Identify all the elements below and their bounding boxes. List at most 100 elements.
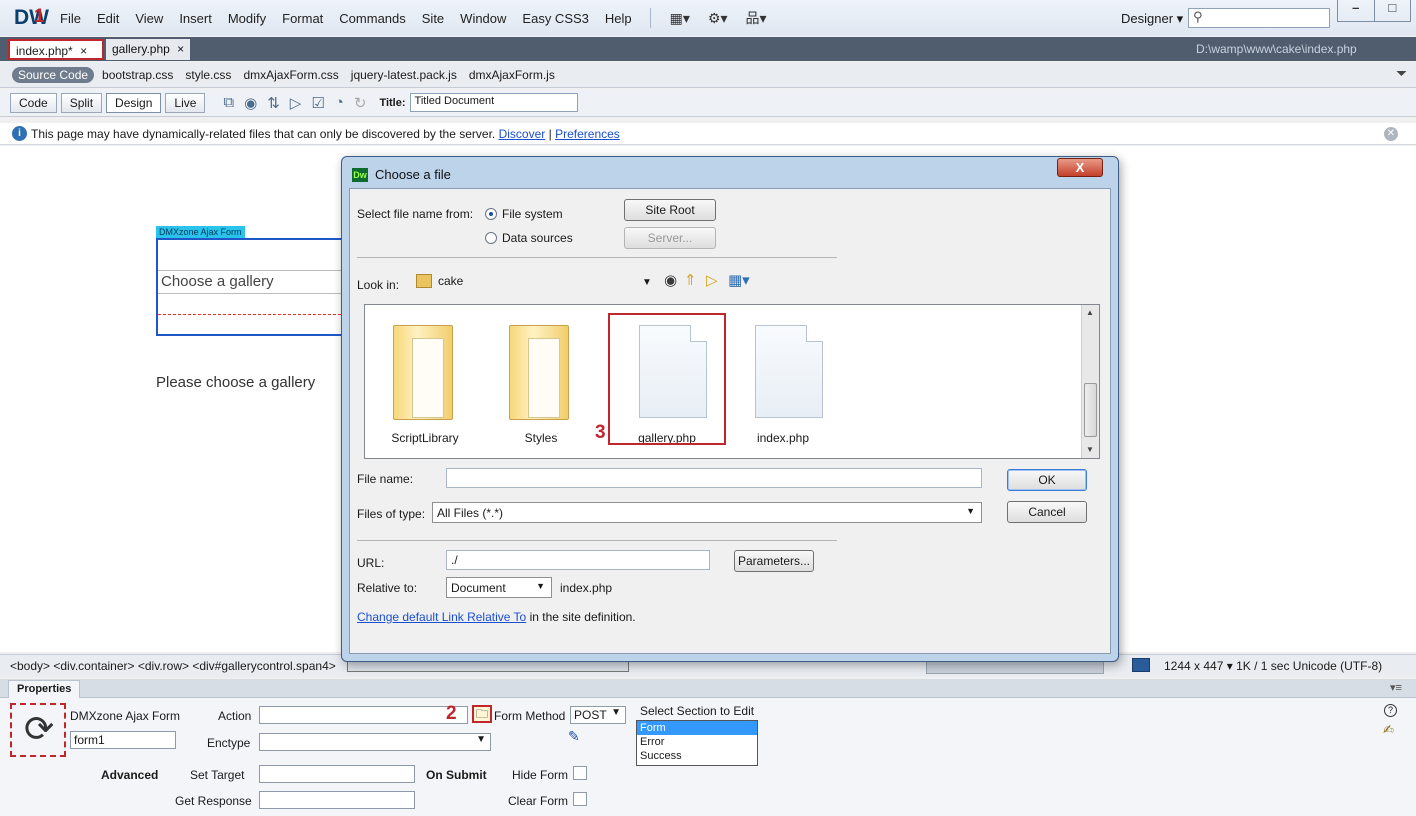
related-file[interactable]: bootstrap.css (102, 68, 173, 82)
close-icon[interactable]: × (177, 42, 184, 56)
file-item-index-php[interactable]: index.php (733, 317, 833, 445)
cancel-button[interactable]: Cancel (1007, 501, 1087, 523)
workspace-switcher[interactable]: Designer ▾ (1121, 11, 1183, 27)
form-id-field[interactable]: form1 (70, 731, 176, 749)
file-list[interactable]: ScriptLibrary Styles 3 gallery.php index… (364, 304, 1100, 459)
dialog-close-button[interactable]: X (1057, 158, 1103, 177)
source-code-button[interactable]: Source Code (12, 66, 95, 83)
menu-window[interactable]: Window (452, 11, 514, 26)
menu-file[interactable]: File (52, 11, 89, 26)
panel-menu-icon[interactable]: ▾≡ (1390, 681, 1402, 694)
search-input[interactable]: ⚲ (1188, 8, 1330, 28)
action-field[interactable] (259, 706, 468, 724)
layout-icon[interactable]: ▦▾ (661, 10, 699, 27)
menu-separator (649, 8, 651, 28)
relative-to-label: Relative to: (357, 581, 418, 595)
scroll-thumb[interactable] (1084, 383, 1097, 437)
scroll-down-icon[interactable]: ▼ (1086, 445, 1094, 454)
section-item-success[interactable]: Success (637, 749, 757, 763)
related-file[interactable]: style.css (185, 68, 231, 82)
related-files-bar: Source Code bootstrap.css style.css dmxA… (0, 62, 1416, 88)
section-item-error[interactable]: Error (637, 735, 757, 749)
title-input[interactable]: Titled Document (409, 93, 578, 112)
site-root-button[interactable]: Site Root (624, 199, 716, 221)
discover-link[interactable]: Discover (499, 127, 546, 141)
server-button: Server... (624, 227, 716, 249)
site-icon[interactable]: 品▾ (737, 8, 776, 28)
check-page-icon[interactable]: ☑ (311, 94, 324, 112)
scroll-up-icon[interactable]: ▲ (1086, 308, 1094, 317)
section-list[interactable]: Form Error Success (636, 720, 758, 766)
menu-edit[interactable]: Edit (89, 11, 127, 26)
multiscreen-icon[interactable]: ⧉ (223, 94, 234, 111)
data-sources-radio[interactable] (485, 232, 497, 244)
preferences-link[interactable]: Preferences (555, 127, 620, 141)
back-icon[interactable]: ◉ (664, 271, 677, 289)
menu-easy-css3[interactable]: Easy CSS3 (514, 11, 596, 26)
refresh-icon[interactable]: ↻ (354, 94, 367, 112)
form-method-label: Form Method (494, 709, 566, 723)
file-system-radio[interactable] (485, 208, 497, 220)
enctype-select[interactable]: ▼ (259, 733, 491, 751)
split-view-button[interactable]: Split (60, 92, 103, 113)
maximize-button[interactable]: □ (1375, 0, 1411, 21)
tab-index-php[interactable]: index.php* × (8, 39, 104, 60)
view-menu-icon[interactable]: ▦▾ (728, 271, 750, 289)
menu-format[interactable]: Format (274, 11, 331, 26)
up-folder-icon[interactable]: ⇑ (684, 271, 697, 289)
menu-commands[interactable]: Commands (331, 11, 413, 26)
help-icon[interactable]: ? (1384, 704, 1397, 717)
ajax-form-container[interactable]: Choose a gallery (156, 238, 356, 336)
url-input[interactable]: ./ (446, 550, 710, 570)
change-default-link[interactable]: Change default Link Relative To (357, 610, 526, 624)
file-management-icon[interactable]: ⇅ (267, 94, 280, 112)
w3c-validation-icon[interactable]: ▷ (290, 94, 302, 112)
menu-view[interactable]: View (127, 11, 171, 26)
menu-insert[interactable]: Insert (171, 11, 220, 26)
close-icon[interactable]: × (80, 44, 87, 58)
set-target-field[interactable] (259, 765, 415, 783)
ok-button[interactable]: OK (1007, 469, 1087, 491)
filter-icon[interactable]: ⏷ (1396, 65, 1407, 82)
on-submit-label: On Submit (426, 768, 487, 782)
menu-modify[interactable]: Modify (220, 11, 274, 26)
folder-icon (393, 325, 453, 420)
file-name-input[interactable] (446, 468, 982, 488)
relative-to-select[interactable]: Document ▼ (446, 577, 552, 598)
tab-gallery-php[interactable]: gallery.php × (106, 39, 191, 60)
related-file[interactable]: dmxAjaxForm.js (469, 68, 555, 82)
visual-aids-icon[interactable]: ◔ (335, 94, 344, 111)
parameters-button[interactable]: Parameters... (734, 550, 814, 572)
browser-preview-icon[interactable]: ◉ (244, 94, 257, 112)
related-file[interactable]: jquery-latest.pack.js (351, 68, 457, 82)
live-view-button[interactable]: Live (165, 92, 206, 113)
get-response-field[interactable] (259, 791, 415, 809)
files-of-type-select[interactable]: All Files (*.*) ▼ (432, 502, 982, 523)
browse-folder-button[interactable]: 🗀 (472, 705, 492, 723)
close-icon[interactable]: ✕ (1384, 127, 1398, 141)
menu-site[interactable]: Site (414, 11, 452, 26)
look-in-select[interactable]: cake (416, 271, 656, 293)
chevron-down-icon[interactable]: ▼ (642, 277, 652, 288)
window-size-icon[interactable] (1132, 658, 1150, 672)
dw-app-icon: Dw (352, 168, 368, 182)
edit-form-icon[interactable]: ✎ (568, 728, 580, 745)
minimize-button[interactable]: – (1338, 0, 1375, 21)
code-view-button[interactable]: Code (10, 92, 57, 113)
design-view-button[interactable]: Design (106, 92, 162, 113)
vertical-scrollbar[interactable]: ▲ ▼ (1081, 305, 1099, 458)
tag-selector[interactable]: <body> <div.container> <div.row> <div#ga… (10, 659, 336, 673)
file-item-scriptlibrary[interactable]: ScriptLibrary (375, 317, 475, 445)
gallery-select[interactable]: Choose a gallery (158, 270, 356, 294)
new-folder-icon[interactable]: ▷ (706, 271, 718, 289)
quick-tag-editor-icon[interactable]: ✍ (1383, 722, 1394, 738)
menu-help[interactable]: Help (597, 11, 640, 26)
hide-form-checkbox[interactable] (573, 766, 587, 780)
clear-form-checkbox[interactable] (573, 792, 587, 806)
section-item-form[interactable]: Form (637, 721, 757, 735)
properties-tab[interactable]: Properties (8, 680, 81, 698)
gear-icon[interactable]: ⚙▾ (699, 10, 737, 27)
form-method-select[interactable]: POST ▼ (570, 706, 626, 724)
file-item-styles[interactable]: Styles (491, 317, 591, 445)
related-file[interactable]: dmxAjaxForm.css (243, 68, 338, 82)
